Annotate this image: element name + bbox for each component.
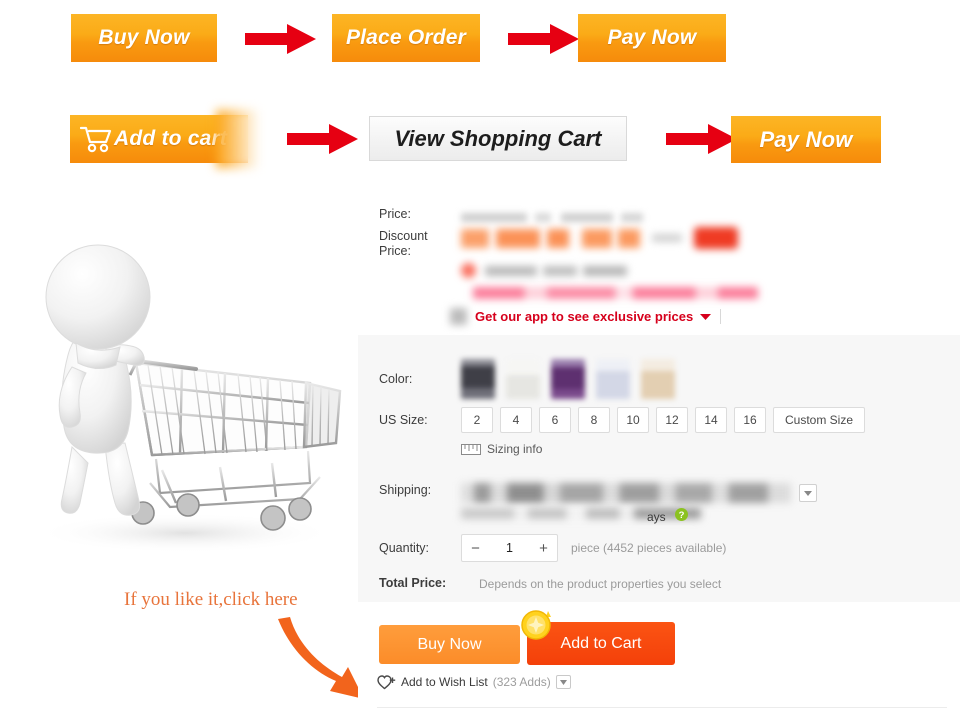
us-size-row: US Size: 2 4 6 8 10 12 14 16 Custom Size <box>379 407 872 433</box>
buy-now-button[interactable]: Buy Now <box>379 625 520 664</box>
shipping-estimate-suffix: ays <box>647 510 666 524</box>
quantity-availability: piece (4452 pieces available) <box>571 541 727 555</box>
color-swatch-list <box>461 359 686 399</box>
chevron-down-icon <box>559 679 567 685</box>
discount-price-row: Discount Price: <box>379 227 738 259</box>
color-swatch-ivory-white[interactable] <box>506 359 540 399</box>
color-swatch-purple[interactable] <box>551 359 585 399</box>
right-arrow-icon <box>666 124 737 154</box>
gold-coin-icon <box>521 610 551 640</box>
quantity-stepper[interactable]: − 1 + <box>461 534 558 562</box>
flow1-pay-now-button[interactable]: Pay Now <box>578 14 726 62</box>
wish-list-dropdown[interactable] <box>555 675 571 689</box>
shipping-label: Shipping: <box>379 483 432 497</box>
size-option-8[interactable]: 8 <box>578 407 610 433</box>
us-size-option-list: 2 4 6 8 10 12 14 16 Custom Size <box>461 407 872 433</box>
page-root: Buy Now Place Order Pay Now Add to cart … <box>0 0 960 719</box>
3d-mannequin-pushing-shopping-cart-illustration <box>35 244 342 553</box>
wish-list-label: Add to Wish List <box>401 675 488 689</box>
color-swatch-beige[interactable] <box>641 359 675 399</box>
quantity-increase-button[interactable]: + <box>530 535 557 561</box>
quantity-value[interactable]: 1 <box>489 541 530 555</box>
color-swatch-light-lavender[interactable] <box>596 359 630 399</box>
ruler-icon <box>461 443 481 455</box>
sizing-info-label: Sizing info <box>487 442 543 456</box>
price-row: Price: <box>379 207 644 227</box>
color-row: Color: <box>379 359 686 399</box>
total-price-row: Total Price: Depends on the product prop… <box>379 576 721 591</box>
size-option-6[interactable]: 6 <box>539 407 571 433</box>
curved-down-right-arrow-icon <box>278 617 364 699</box>
question-mark-icon[interactable]: ? <box>675 508 688 521</box>
flow2-pay-now-button[interactable]: Pay Now <box>731 116 881 163</box>
svg-text:?: ? <box>679 510 685 521</box>
add-to-cart-blur-overlay <box>216 110 260 168</box>
size-option-16[interactable]: 16 <box>734 407 766 433</box>
app-icon <box>450 308 467 325</box>
divider <box>720 309 722 324</box>
discount-price-label: Discount Price: <box>379 229 428 258</box>
size-option-12[interactable]: 12 <box>656 407 688 433</box>
promo-redacted-line <box>473 287 758 299</box>
price-value-redacted <box>461 209 644 227</box>
discount-price-value-redacted <box>461 227 738 249</box>
shipping-row: Shipping: ays ? <box>379 483 817 524</box>
right-arrow-icon <box>245 24 316 54</box>
app-exclusive-prices-link[interactable]: Get our app to see exclusive prices <box>450 308 722 325</box>
shopping-cart-icon <box>80 126 112 153</box>
chevron-down-icon <box>700 313 712 320</box>
wish-list-count: (323 Adds) <box>492 675 551 689</box>
right-arrow-icon <box>287 124 358 154</box>
right-arrow-icon <box>508 24 579 54</box>
us-size-label: US Size: <box>379 412 428 427</box>
heart-plus-icon <box>377 675 396 690</box>
size-option-2[interactable]: 2 <box>461 407 493 433</box>
product-details-panel: Price: Discount Price: Get our app to se… <box>358 195 960 719</box>
size-option-10[interactable]: 10 <box>617 407 649 433</box>
total-price-label: Total Price: <box>379 576 447 590</box>
quantity-row: Quantity: − 1 + piece (4452 pieces avail… <box>379 534 726 562</box>
total-price-value: Depends on the product properties you se… <box>479 576 722 591</box>
size-option-14[interactable]: 14 <box>695 407 727 433</box>
flow2-add-to-cart-label: Add to cart <box>114 127 228 150</box>
bottom-divider <box>377 707 947 708</box>
flow1-buy-now-button[interactable]: Buy Now <box>71 14 217 62</box>
size-option-4[interactable]: 4 <box>500 407 532 433</box>
shipping-dropdown-caret[interactable] <box>799 484 817 502</box>
add-to-wish-list[interactable]: Add to Wish List (323 Adds) <box>377 674 571 690</box>
quantity-label: Quantity: <box>379 540 430 555</box>
sizing-info-link[interactable]: Sizing info <box>461 442 542 456</box>
color-label: Color: <box>379 371 413 386</box>
app-exclusive-prices-label: Get our app to see exclusive prices <box>475 309 694 324</box>
quantity-decrease-button[interactable]: − <box>462 535 489 561</box>
hint-text: If you like it,click here <box>124 589 298 610</box>
chevron-down-icon <box>804 490 812 496</box>
shipping-select[interactable]: ays ? <box>461 483 817 524</box>
flow1-place-order-button[interactable]: Place Order <box>332 14 480 62</box>
vip-price-redacted-line <box>461 263 627 278</box>
shipping-value-redacted <box>461 483 791 503</box>
size-option-custom[interactable]: Custom Size <box>773 407 866 433</box>
color-swatch-black[interactable] <box>461 359 495 399</box>
flow2-view-shopping-cart-button[interactable]: View Shopping Cart <box>369 116 627 161</box>
price-label: Price: <box>379 207 411 221</box>
